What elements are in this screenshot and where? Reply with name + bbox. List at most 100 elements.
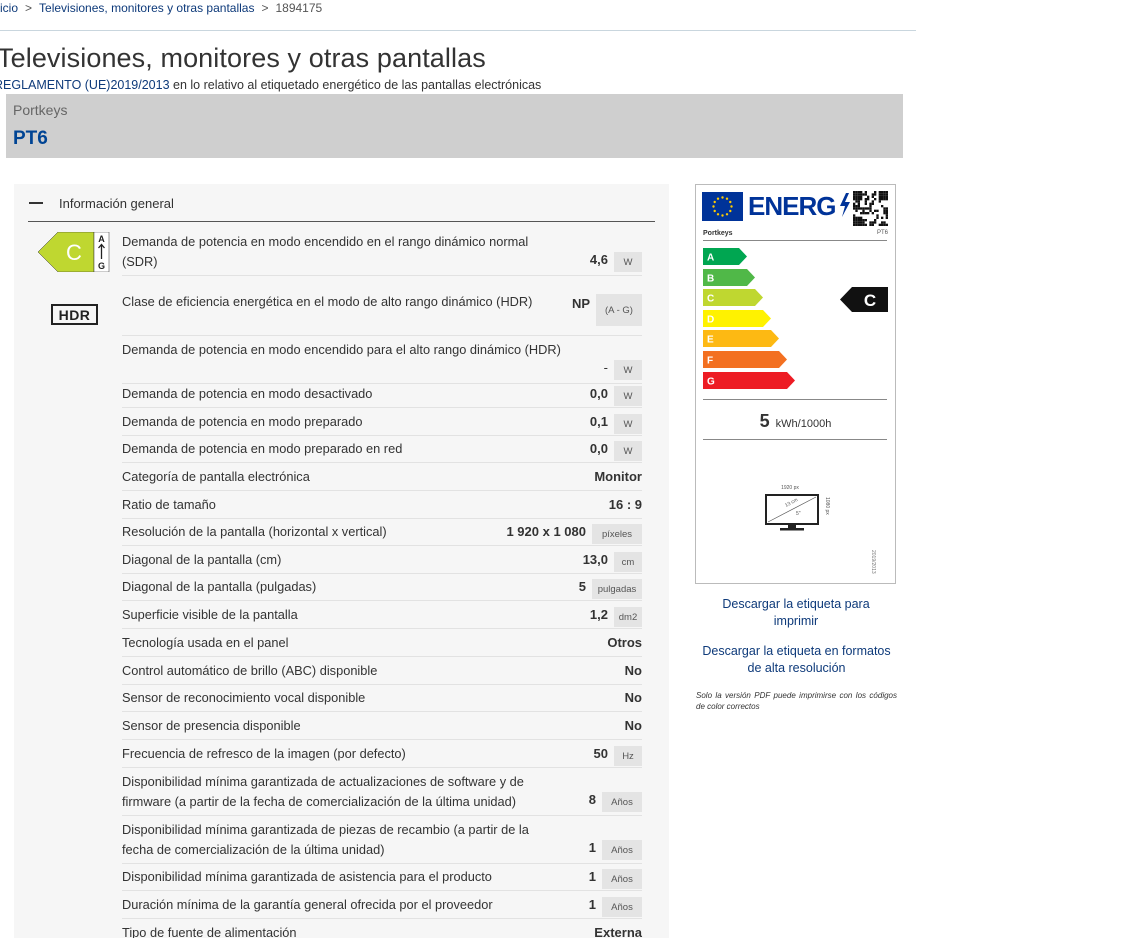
spec-label: Ratio de tamaño bbox=[122, 497, 216, 512]
spec-label: Frecuencia de refresco de la imagen (por… bbox=[122, 746, 406, 761]
spec-label: Duración mínima de la garantía general o… bbox=[122, 897, 493, 912]
spec-value: NP bbox=[571, 296, 590, 311]
eu-flag-icon bbox=[702, 192, 743, 221]
spec-label: Disponibilidad mínima garantizada de pie… bbox=[122, 822, 529, 857]
energy-scale-bar: B bbox=[703, 268, 755, 286]
spec-row: Demanda de potencia en modo encendido en… bbox=[122, 232, 642, 276]
spec-value: Monitor bbox=[594, 469, 642, 484]
spec-row: Diagonal de la pantalla (cm) 13,0 cm bbox=[122, 550, 642, 574]
spec-value: 1 bbox=[588, 897, 596, 912]
energy-class-badge-icon: C A G bbox=[38, 232, 110, 272]
spec-value: 5 bbox=[578, 579, 586, 594]
spec-value: 16 : 9 bbox=[608, 497, 642, 512]
label-divider bbox=[703, 399, 887, 400]
regulation-subtitle: REGLAMENTO (UE)2019/2013 en lo relativo … bbox=[0, 78, 541, 92]
section-title: Información general bbox=[59, 196, 174, 211]
spec-value: 13,0 bbox=[582, 552, 608, 567]
spec-label: Diagonal de la pantalla (pulgadas) bbox=[122, 579, 317, 594]
download-print-label-link[interactable]: Descargar la etiqueta para imprimir bbox=[706, 596, 886, 630]
spec-row: Disponibilidad mínima garantizada de asi… bbox=[122, 867, 642, 891]
energy-scale-letter: G bbox=[707, 376, 715, 387]
lightning-icon bbox=[840, 193, 850, 217]
energy-scale-bar: A bbox=[703, 248, 747, 265]
spec-row: Tipo de fuente de alimentación Externa bbox=[122, 923, 642, 938]
spec-value: No bbox=[624, 663, 642, 678]
kwh-unit: kWh/1000h bbox=[775, 418, 832, 430]
spec-unit: dm2 bbox=[614, 607, 642, 627]
spec-unit: Años bbox=[602, 792, 642, 812]
spec-value: Externa bbox=[594, 925, 642, 938]
spec-row: Categoría de pantalla electrónica Monitor bbox=[122, 467, 642, 491]
spec-value: 1 bbox=[588, 869, 596, 884]
energy-scale-letter: B bbox=[707, 273, 714, 284]
spec-label: Superficie visible de la pantalla bbox=[122, 607, 298, 622]
spec-row: Sensor de reconocimiento vocal disponibl… bbox=[122, 688, 642, 712]
spec-value: 1 920 x 1 080 bbox=[506, 524, 586, 539]
supplier-name: Portkeys bbox=[13, 102, 68, 118]
section-toggle[interactable]: Información general bbox=[28, 194, 655, 222]
kwh-value: 5 bbox=[759, 411, 770, 431]
spec-unit: (A - G) bbox=[596, 294, 642, 326]
spec-label: Tipo de fuente de alimentación bbox=[122, 925, 297, 938]
breadcrumb-separator: > bbox=[25, 1, 33, 15]
energy-label-header: ENERG bbox=[748, 191, 836, 221]
energy-scale-bar: C bbox=[703, 289, 763, 307]
regulation-link[interactable]: REGLAMENTO (UE)2019/2013 bbox=[0, 78, 170, 92]
label-supplier: Portkeys bbox=[703, 230, 733, 237]
spec-value: 1,2 bbox=[589, 607, 608, 622]
breadcrumb: icio > Televisiones, monitores y otras pan… bbox=[0, 0, 916, 31]
spec-value: No bbox=[624, 718, 642, 733]
energy-scale-bar: F bbox=[703, 351, 787, 368]
spec-row: Disponibilidad mínima garantizada de pie… bbox=[122, 820, 642, 864]
screen-size-pictogram-icon: 1920 px 13 cm 5" 1080 px bbox=[765, 485, 830, 531]
spec-row: Duración mínima de la garantía general o… bbox=[122, 895, 642, 919]
collapse-icon[interactable] bbox=[29, 202, 43, 204]
spec-label: Demanda de potencia en modo preparado bbox=[122, 414, 363, 429]
spec-unit: Años bbox=[602, 840, 642, 860]
spec-label: Resolución de la pantalla (horizontal x … bbox=[122, 524, 387, 539]
energy-scale-letter: A bbox=[707, 253, 714, 264]
energy-label-thumbnail[interactable]: ENERG Portkeys PT6 ABCDEFG C 5 kWh/1000h … bbox=[695, 184, 896, 584]
download-hires-label-link[interactable]: Descargar la etiqueta en formatos de alt… bbox=[694, 643, 899, 677]
spec-label: Clase de eficiencia energética en el mod… bbox=[122, 294, 533, 309]
spec-value: 4,6 bbox=[589, 252, 608, 267]
spec-row: Ratio de tamaño 16 : 9 bbox=[122, 495, 642, 519]
spec-unit: Años bbox=[602, 869, 642, 889]
spec-unit: W bbox=[614, 360, 642, 380]
spec-value: Otros bbox=[607, 635, 642, 650]
label-model: PT6 bbox=[876, 230, 888, 236]
breadcrumb-current: 1894175 bbox=[275, 1, 323, 15]
spec-row: Diagonal de la pantalla (pulgadas) 5 pulga… bbox=[122, 577, 642, 601]
energy-class-letter: C bbox=[66, 240, 82, 265]
breadcrumb-category-link[interactable]: Televisiones, monitores y otras pantalla… bbox=[39, 1, 254, 15]
label-regulation: 2019/2013 bbox=[870, 550, 876, 574]
class-indicator-letter: C bbox=[864, 291, 876, 310]
energy-scale-bar: G bbox=[703, 371, 795, 389]
px-horizontal: 1920 px bbox=[781, 485, 799, 491]
breadcrumb-separator: > bbox=[261, 1, 269, 15]
spec-row: Sensor de presencia disponible No bbox=[122, 716, 642, 740]
spec-label: Disponibilidad mínima garantizada de asi… bbox=[122, 869, 492, 884]
spec-value: 1 bbox=[588, 840, 596, 855]
spec-row: Frecuencia de refresco de la imagen (por… bbox=[122, 744, 642, 768]
spec-value: No bbox=[624, 690, 642, 705]
spec-unit: píxeles bbox=[592, 524, 642, 544]
spec-row: Demanda de potencia en modo preparado 0,1… bbox=[122, 412, 642, 436]
spec-row: Tecnología usada en el panel Otros bbox=[122, 633, 642, 657]
spec-label: Demanda de potencia en modo preparado en… bbox=[122, 441, 403, 456]
spec-label: Control automático de brillo (ABC) dispo… bbox=[122, 663, 378, 678]
spec-value: 0,1 bbox=[589, 414, 608, 429]
spec-value: 8 bbox=[588, 792, 596, 807]
class-indicator-arrow: C bbox=[840, 287, 888, 312]
label-divider bbox=[703, 439, 887, 440]
energy-scale-letter: C bbox=[707, 294, 714, 305]
spec-row: Clase de eficiencia energética en el mod… bbox=[122, 292, 642, 336]
model-name: PT6 bbox=[13, 128, 48, 149]
spec-label: Demanda de potencia en modo encendido pa… bbox=[122, 342, 561, 357]
spec-unit: cm bbox=[614, 552, 642, 572]
spec-value: 0,0 bbox=[589, 386, 608, 401]
spec-row: Disponibilidad mínima garantizada de act… bbox=[122, 772, 642, 816]
diag-in: 5" bbox=[796, 511, 801, 517]
breadcrumb-home-link[interactable]: icio bbox=[0, 1, 18, 15]
spec-value: 0,0 bbox=[589, 441, 608, 456]
